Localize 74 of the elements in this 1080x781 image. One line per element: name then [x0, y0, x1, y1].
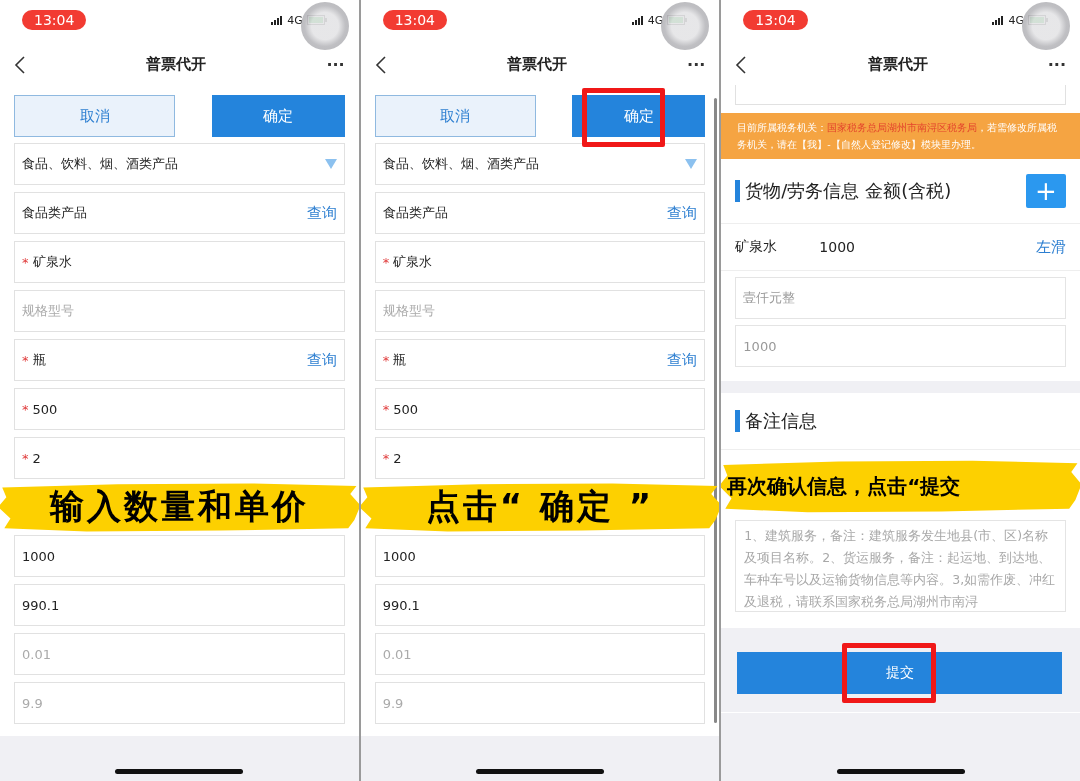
query-link[interactable]: 查询	[306, 350, 337, 370]
status-time: 13:04	[22, 10, 87, 30]
more-button[interactable]: ···	[687, 55, 706, 74]
input-field[interactable]: 1000	[374, 535, 706, 577]
section-heading: 备注信息	[735, 410, 818, 432]
add-button[interactable]: +	[1026, 174, 1066, 208]
category-select[interactable]: 食品、饮料、烟、酒类产品	[374, 143, 706, 185]
back-icon[interactable]	[14, 55, 26, 74]
input-field[interactable]: * 瓶 查询	[374, 339, 706, 381]
cancel-button[interactable]: 取消	[14, 95, 175, 137]
item-amount: 1000	[819, 239, 856, 255]
more-button[interactable]: ···	[1047, 55, 1066, 74]
required-mark: *	[22, 352, 29, 368]
input-field[interactable]: 0.01	[14, 633, 345, 675]
back-icon[interactable]	[374, 55, 387, 74]
input-field[interactable]: 食品类产品 查询	[14, 192, 345, 234]
page-title: 普票代开	[867, 55, 928, 74]
input-field[interactable]: * 500	[374, 388, 706, 430]
swipe-hint-link[interactable]: 左滑	[1036, 237, 1066, 257]
signal-icon	[271, 15, 284, 25]
required-mark: *	[382, 401, 390, 417]
network-label: 4G	[287, 13, 303, 27]
dropdown-icon	[324, 159, 337, 169]
input-field[interactable]	[735, 85, 1066, 105]
cancel-button[interactable]: 取消	[374, 95, 536, 137]
required-mark: *	[382, 254, 390, 270]
back-icon[interactable]	[735, 55, 748, 74]
input-field[interactable]: * 2	[374, 437, 706, 479]
input-field[interactable]: 规格型号	[14, 290, 345, 332]
status-time: 13:04	[382, 10, 448, 30]
query-link[interactable]: 查询	[306, 203, 337, 223]
required-mark: *	[382, 450, 390, 466]
confirm-button[interactable]: 确定	[211, 95, 345, 137]
page-title: 普票代开	[506, 55, 567, 74]
input-field[interactable]: 990.1	[14, 584, 345, 626]
input-field[interactable]: * 矿泉水	[374, 241, 706, 283]
floating-assist-button[interactable]	[300, 2, 349, 50]
notice-text: 目前所属税务机关：国家税务总局湖州市南浔区税务局，若需修改所属税务机关，请在【我】-【自然人登记修改】模块里办理。	[721, 113, 1080, 159]
status-time: 13:04	[743, 10, 808, 30]
more-button[interactable]: ···	[326, 55, 345, 74]
required-mark: *	[382, 352, 390, 368]
floating-assist-button[interactable]	[1022, 2, 1070, 50]
required-mark: *	[22, 401, 29, 417]
input-field[interactable]: * 瓶 查询	[14, 339, 345, 381]
network-label: 4G	[1008, 13, 1024, 27]
input-field[interactable]: * 矿泉水	[14, 241, 345, 283]
input-field[interactable]: 规格型号	[374, 290, 706, 332]
confirm-button[interactable]: 确定	[572, 95, 706, 137]
input-field[interactable]: * 2	[14, 437, 345, 479]
input-field[interactable]: 9.9	[374, 682, 706, 724]
signal-icon	[631, 15, 644, 25]
input-field[interactable]: * 500	[14, 388, 345, 430]
network-label: 4G	[647, 13, 664, 27]
remarks-field[interactable]: 1、建筑服务，备注：建筑服务发生地县(市、区)名称及项目名称。2、货运服务，备注：起运地、到达地、车种车号以及运输货物信息等内容。3,如需作废、冲红及退税，请联系国家税务总局湖州市南浔	[735, 520, 1066, 612]
required-mark: *	[22, 450, 29, 466]
required-mark: *	[22, 254, 29, 270]
caption-banner: 再次确认信息，点击“提交	[721, 458, 1080, 514]
query-link[interactable]: 查询	[667, 203, 698, 223]
category-select[interactable]: 食品、饮料、烟、酒类产品	[14, 143, 345, 185]
input-field[interactable]: 食品类产品 查询	[374, 192, 706, 234]
caption-banner: 输入数量和单价	[0, 481, 359, 533]
dropdown-icon	[685, 159, 698, 169]
item-name: 矿泉水	[735, 238, 778, 256]
input-field[interactable]: 1000	[14, 535, 345, 577]
query-link[interactable]: 查询	[667, 350, 698, 370]
input-field[interactable]: 0.01	[374, 633, 706, 675]
floating-assist-button[interactable]	[661, 2, 710, 50]
input-field[interactable]: 990.1	[374, 584, 706, 626]
page-title: 普票代开	[146, 55, 207, 74]
input-field[interactable]: 9.9	[14, 682, 345, 724]
section-heading: 货物/劳务信息 金额(含税)	[735, 180, 952, 202]
submit-button[interactable]: 提交	[737, 652, 1062, 694]
signal-icon	[992, 15, 1005, 25]
caption-banner: 点击“ 确定 ”	[360, 481, 720, 533]
